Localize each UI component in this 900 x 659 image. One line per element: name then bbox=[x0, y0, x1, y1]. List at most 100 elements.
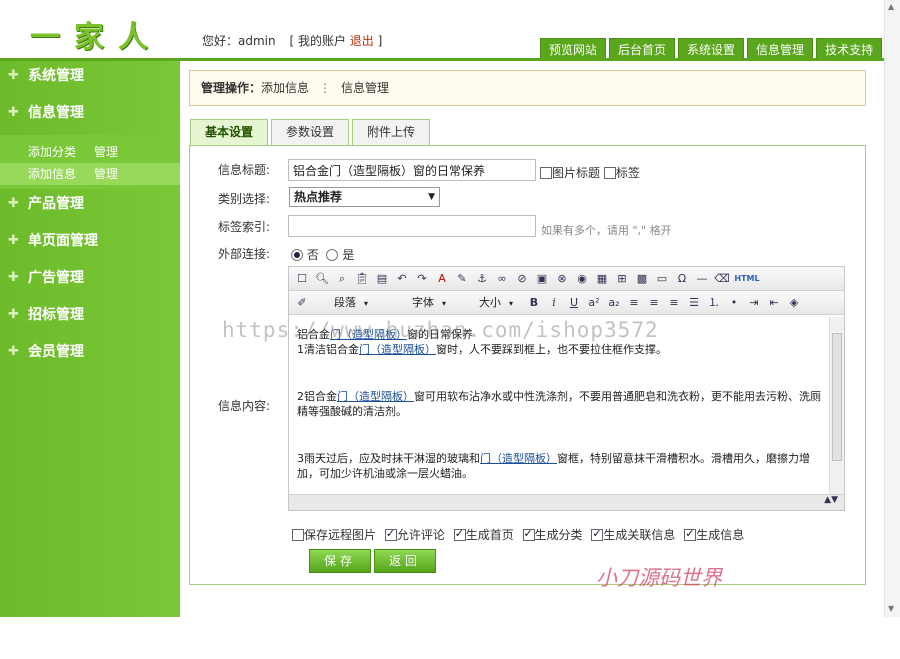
highlight-icon[interactable]: ✎ bbox=[453, 270, 471, 288]
unlink-icon[interactable]: ⊘ bbox=[513, 270, 531, 288]
outdent-icon[interactable]: ⇤ bbox=[765, 294, 783, 312]
submenu-row: 添加分类 管理 bbox=[0, 141, 180, 163]
font-dropdown[interactable]: 字体 ▾ bbox=[394, 294, 464, 312]
submenu-manage-category[interactable]: 管理 bbox=[94, 141, 118, 163]
sidebar-item-single-page[interactable]: ✚ 单页面管理 bbox=[0, 226, 180, 263]
underline-icon[interactable]: U bbox=[565, 294, 583, 312]
eraser-icon[interactable]: ⌫ bbox=[713, 270, 731, 288]
scroll-down-icon[interactable]: ▼ bbox=[888, 604, 894, 613]
font-color-icon[interactable]: A bbox=[433, 270, 451, 288]
flash-icon[interactable]: ⊗ bbox=[553, 270, 571, 288]
tab-basic-settings[interactable]: 基本设置 bbox=[190, 119, 268, 145]
checkbox[interactable] bbox=[522, 527, 535, 541]
title-input[interactable] bbox=[288, 159, 536, 181]
content-link[interactable]: 门（造型隔板） bbox=[330, 328, 407, 341]
tab-attachment-upload[interactable]: 附件上传 bbox=[352, 119, 430, 145]
form-tabs: 基本设置 参数设置 附件上传 bbox=[190, 119, 430, 145]
greeting-prefix: 您好： bbox=[202, 34, 239, 48]
preview-icon[interactable]: 🔍︎ bbox=[313, 270, 331, 288]
table-icon[interactable]: ▦ bbox=[593, 270, 611, 288]
image-icon[interactable]: ▣ bbox=[533, 270, 551, 288]
anchor-icon[interactable]: ⚓︎ bbox=[473, 270, 491, 288]
ordered-list-icon[interactable]: ⒈ bbox=[705, 294, 723, 312]
sidebar-item-info[interactable]: ✚ 信息管理 bbox=[0, 98, 180, 135]
align-right-icon[interactable]: ≡ bbox=[665, 294, 683, 312]
justify-icon[interactable]: ☰ bbox=[685, 294, 703, 312]
breadcrumb-parent[interactable]: 信息管理 bbox=[341, 81, 389, 95]
content-paragraph: 2铝合金门（造型隔板）窗可用软布沾净水或中性洗涤剂，不要用普通肥皂和洗衣粉，更不… bbox=[297, 389, 824, 419]
bold-icon[interactable]: B bbox=[525, 294, 543, 312]
media-icon[interactable]: ◉ bbox=[573, 270, 591, 288]
radio-no[interactable] bbox=[291, 248, 303, 261]
insert-table-icon[interactable]: ⊞ bbox=[613, 270, 631, 288]
nav-info-management[interactable]: 信息管理 bbox=[747, 38, 814, 60]
plus-icon: ✚ bbox=[8, 233, 19, 248]
save-button[interactable]: 保存 bbox=[309, 549, 371, 573]
unordered-list-icon[interactable]: • bbox=[725, 294, 743, 312]
editor-content[interactable]: 铝合金门（造型隔板）窗的日常保养 1清洁铝合金门（造型隔板）窗时，人不要踩到框上… bbox=[289, 317, 830, 494]
sidebar-item-product[interactable]: ✚ 产品管理 bbox=[0, 189, 180, 226]
submenu-manage-info[interactable]: 管理 bbox=[94, 163, 118, 185]
sidebar: ✚ 系统管理 ✚ 信息管理 添加分类 管理 添加信息 管理 ✚ 产品管理 ✚ 单… bbox=[0, 61, 180, 617]
size-dropdown[interactable]: 大小 ▾ bbox=[472, 294, 520, 312]
new-doc-icon[interactable]: ☐ bbox=[293, 270, 311, 288]
layer-icon[interactable]: ▩ bbox=[633, 270, 651, 288]
subscript-icon[interactable]: a₂ bbox=[605, 294, 623, 312]
submenu-add-category[interactable]: 添加分类 bbox=[28, 141, 94, 163]
checkbox[interactable] bbox=[684, 527, 697, 541]
page-scrollbar[interactable]: ▲ ▼ bbox=[884, 0, 900, 617]
more-icon[interactable]: ◈ bbox=[785, 294, 803, 312]
image-title-label: 图片标题 bbox=[552, 166, 601, 180]
editor-scrollbar-thumb[interactable] bbox=[832, 333, 842, 461]
checkbox[interactable] bbox=[292, 528, 304, 541]
paragraph-dropdown[interactable]: 段落 ▾ bbox=[316, 294, 386, 312]
info-submenu: 添加分类 管理 添加信息 管理 bbox=[0, 135, 180, 189]
submenu-add-info[interactable]: 添加信息 bbox=[28, 163, 94, 185]
nav-system-settings[interactable]: 系统设置 bbox=[678, 38, 745, 60]
category-select[interactable]: 热点推荐 ▼ bbox=[289, 187, 440, 207]
align-center-icon[interactable]: ≡ bbox=[645, 294, 663, 312]
tags-input[interactable] bbox=[288, 215, 536, 237]
redo-icon[interactable]: ↷ bbox=[413, 270, 431, 288]
account-link[interactable]: [ 我的账户 bbox=[289, 34, 346, 48]
sidebar-item-ads[interactable]: ✚ 广告管理 bbox=[0, 263, 180, 300]
tag-checkbox[interactable] bbox=[603, 166, 616, 179]
sidebar-item-bid[interactable]: ✚ 招标管理 bbox=[0, 300, 180, 337]
special-char-icon[interactable]: Ω bbox=[673, 270, 691, 288]
nav-admin-home[interactable]: 后台首页 bbox=[609, 38, 676, 60]
nav-preview-site[interactable]: 预览网站 bbox=[540, 38, 607, 60]
edit-icon[interactable]: ✐ bbox=[293, 294, 311, 312]
paste-icon[interactable]: 📋︎ bbox=[353, 270, 371, 288]
tab-parameter-settings[interactable]: 参数设置 bbox=[271, 119, 349, 145]
align-left-icon[interactable]: ≡ bbox=[625, 294, 643, 312]
sidebar-item-members[interactable]: ✚ 会员管理 bbox=[0, 337, 180, 374]
radio-yes[interactable] bbox=[326, 248, 339, 261]
scroll-up-icon[interactable]: ▲ bbox=[888, 2, 894, 11]
back-button[interactable]: 返回 bbox=[374, 549, 436, 573]
title-options: 图片标题 标签 bbox=[540, 164, 640, 181]
checkbox[interactable] bbox=[384, 527, 397, 541]
text-run: 1清洁铝合金 bbox=[297, 343, 359, 356]
page-break-icon[interactable]: ▭ bbox=[653, 270, 671, 288]
dropdown-arrow-icon: ▾ bbox=[508, 298, 513, 308]
logout-link[interactable]: 退出 bbox=[350, 34, 374, 48]
content-link[interactable]: 门（造型隔板） bbox=[359, 343, 436, 356]
checkbox[interactable] bbox=[453, 527, 466, 541]
superscript-icon[interactable]: a² bbox=[585, 294, 603, 312]
editor-scrollbar[interactable] bbox=[829, 317, 844, 494]
html-source-icon[interactable]: HTML bbox=[733, 270, 761, 288]
checkbox[interactable] bbox=[591, 527, 604, 541]
nav-tech-support[interactable]: 技术支持 bbox=[816, 38, 883, 60]
indent-icon[interactable]: ⇥ bbox=[745, 294, 763, 312]
paste-text-icon[interactable]: ▤ bbox=[373, 270, 391, 288]
horizontal-rule-icon[interactable]: — bbox=[693, 270, 711, 288]
link-icon[interactable]: ∞ bbox=[493, 270, 511, 288]
content-link[interactable]: 门（造型隔板） bbox=[480, 452, 557, 465]
find-icon[interactable]: ⌕ bbox=[333, 270, 351, 288]
resize-down-icon[interactable]: ▼ bbox=[831, 495, 838, 505]
italic-icon[interactable]: i bbox=[545, 294, 563, 312]
sidebar-item-system[interactable]: ✚ 系统管理 bbox=[0, 61, 180, 98]
content-link[interactable]: 门（造型隔板） bbox=[337, 390, 414, 403]
image-title-checkbox[interactable] bbox=[540, 166, 552, 179]
undo-icon[interactable]: ↶ bbox=[393, 270, 411, 288]
